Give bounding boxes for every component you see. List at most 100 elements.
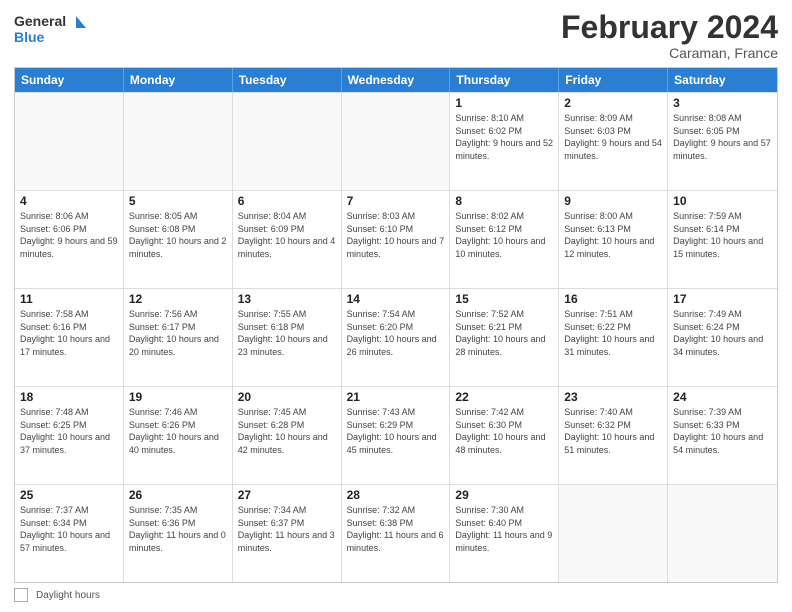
cell-day-number: 1 bbox=[455, 96, 553, 110]
cal-cell-1-3: 7 Sunrise: 8:03 AM Sunset: 6:10 PM Daylig… bbox=[342, 191, 451, 288]
cell-day-number: 4 bbox=[20, 194, 118, 208]
cell-info: Sunrise: 8:04 AM Sunset: 6:09 PM Dayligh… bbox=[238, 210, 336, 260]
cal-cell-4-5 bbox=[559, 485, 668, 582]
cell-info: Sunrise: 7:52 AM Sunset: 6:21 PM Dayligh… bbox=[455, 308, 553, 358]
cell-info: Sunrise: 8:00 AM Sunset: 6:13 PM Dayligh… bbox=[564, 210, 662, 260]
cell-info: Sunrise: 8:03 AM Sunset: 6:10 PM Dayligh… bbox=[347, 210, 445, 260]
cell-info: Sunrise: 7:35 AM Sunset: 6:36 PM Dayligh… bbox=[129, 504, 227, 554]
cal-row-0: 1 Sunrise: 8:10 AM Sunset: 6:02 PM Daylig… bbox=[15, 92, 777, 190]
cell-day-number: 15 bbox=[455, 292, 553, 306]
cal-cell-0-6: 3Sunrise: 8:08 AM Sunset: 6:05 PM Daylig… bbox=[668, 93, 777, 190]
cell-day-number: 11 bbox=[20, 292, 118, 306]
cal-cell-2-3: 14Sunrise: 7:54 AM Sunset: 6:20 PM Dayli… bbox=[342, 289, 451, 386]
cal-cell-1-5: 9 Sunrise: 8:00 AM Sunset: 6:13 PM Daylig… bbox=[559, 191, 668, 288]
cell-info: Sunrise: 7:32 AM Sunset: 6:38 PM Dayligh… bbox=[347, 504, 445, 554]
cal-cell-2-6: 17 Sunrise: 7:49 AM Sunset: 6:24 PM Dayli… bbox=[668, 289, 777, 386]
cell-day-number: 2 bbox=[564, 96, 662, 110]
logo-svg: General Blue bbox=[14, 10, 89, 50]
cell-day-number: 22 bbox=[455, 390, 553, 404]
cell-info: Sunrise: 8:09 AM Sunset: 6:03 PM Dayligh… bbox=[564, 112, 662, 162]
cell-info: Sunrise: 7:39 AM Sunset: 6:33 PM Dayligh… bbox=[673, 406, 772, 456]
cal-cell-2-4: 15 Sunrise: 7:52 AM Sunset: 6:21 PM Dayli… bbox=[450, 289, 559, 386]
header-saturday: Saturday bbox=[668, 68, 777, 92]
cal-cell-4-4: 29Sunrise: 7:30 AM Sunset: 6:40 PM Dayli… bbox=[450, 485, 559, 582]
cell-info: Sunrise: 8:05 AM Sunset: 6:08 PM Dayligh… bbox=[129, 210, 227, 260]
cell-info: Sunrise: 7:37 AM Sunset: 6:34 PM Dayligh… bbox=[20, 504, 118, 554]
cell-info: Sunrise: 7:34 AM Sunset: 6:37 PM Dayligh… bbox=[238, 504, 336, 554]
header-friday: Friday bbox=[559, 68, 668, 92]
cal-cell-3-6: 24Sunrise: 7:39 AM Sunset: 6:33 PM Dayli… bbox=[668, 387, 777, 484]
cal-cell-4-2: 27 Sunrise: 7:34 AM Sunset: 6:37 PM Dayli… bbox=[233, 485, 342, 582]
cell-day-number: 23 bbox=[564, 390, 662, 404]
logo: General Blue bbox=[14, 10, 89, 50]
cell-info: Sunrise: 7:40 AM Sunset: 6:32 PM Dayligh… bbox=[564, 406, 662, 456]
cell-day-number: 3 bbox=[673, 96, 772, 110]
cell-day-number: 7 bbox=[347, 194, 445, 208]
cell-day-number: 9 bbox=[564, 194, 662, 208]
cal-row-1: 4 Sunrise: 8:06 AM Sunset: 6:06 PM Daylig… bbox=[15, 190, 777, 288]
cell-info: Sunrise: 8:10 AM Sunset: 6:02 PM Dayligh… bbox=[455, 112, 553, 162]
daylight-box bbox=[14, 588, 28, 602]
cell-info: Sunrise: 7:56 AM Sunset: 6:17 PM Dayligh… bbox=[129, 308, 227, 358]
cal-cell-1-2: 6 Sunrise: 8:04 AM Sunset: 6:09 PM Daylig… bbox=[233, 191, 342, 288]
calendar-body: 1 Sunrise: 8:10 AM Sunset: 6:02 PM Daylig… bbox=[15, 92, 777, 582]
cal-cell-0-3 bbox=[342, 93, 451, 190]
cell-info: Sunrise: 7:51 AM Sunset: 6:22 PM Dayligh… bbox=[564, 308, 662, 358]
page: General Blue February 2024 Caraman, Fran… bbox=[0, 0, 792, 612]
cal-cell-4-3: 28 Sunrise: 7:32 AM Sunset: 6:38 PM Dayli… bbox=[342, 485, 451, 582]
cal-cell-3-3: 21Sunrise: 7:43 AM Sunset: 6:29 PM Dayli… bbox=[342, 387, 451, 484]
cell-info: Sunrise: 7:43 AM Sunset: 6:29 PM Dayligh… bbox=[347, 406, 445, 456]
cal-cell-2-1: 12 Sunrise: 7:56 AM Sunset: 6:17 PM Dayli… bbox=[124, 289, 233, 386]
svg-text:Blue: Blue bbox=[14, 29, 45, 45]
cal-cell-3-4: 22 Sunrise: 7:42 AM Sunset: 6:30 PM Dayli… bbox=[450, 387, 559, 484]
title-block: February 2024 Caraman, France bbox=[561, 10, 778, 61]
cell-day-number: 18 bbox=[20, 390, 118, 404]
cell-info: Sunrise: 7:30 AM Sunset: 6:40 PM Dayligh… bbox=[455, 504, 553, 554]
cell-day-number: 20 bbox=[238, 390, 336, 404]
svg-text:General: General bbox=[14, 13, 66, 29]
cal-cell-1-4: 8 Sunrise: 8:02 AM Sunset: 6:12 PM Daylig… bbox=[450, 191, 559, 288]
cal-cell-2-2: 13 Sunrise: 7:55 AM Sunset: 6:18 PM Dayli… bbox=[233, 289, 342, 386]
cal-cell-1-6: 10Sunrise: 7:59 AM Sunset: 6:14 PM Dayli… bbox=[668, 191, 777, 288]
cell-day-number: 16 bbox=[564, 292, 662, 306]
daylight-label: Daylight hours bbox=[36, 590, 100, 601]
cell-info: Sunrise: 7:55 AM Sunset: 6:18 PM Dayligh… bbox=[238, 308, 336, 358]
cell-day-number: 19 bbox=[129, 390, 227, 404]
cal-cell-2-5: 16 Sunrise: 7:51 AM Sunset: 6:22 PM Dayli… bbox=[559, 289, 668, 386]
cell-day-number: 27 bbox=[238, 488, 336, 502]
cell-info: Sunrise: 7:54 AM Sunset: 6:20 PM Dayligh… bbox=[347, 308, 445, 358]
cell-info: Sunrise: 7:49 AM Sunset: 6:24 PM Dayligh… bbox=[673, 308, 772, 358]
cal-cell-2-0: 11Sunrise: 7:58 AM Sunset: 6:16 PM Dayli… bbox=[15, 289, 124, 386]
cell-day-number: 28 bbox=[347, 488, 445, 502]
cal-row-2: 11Sunrise: 7:58 AM Sunset: 6:16 PM Dayli… bbox=[15, 288, 777, 386]
cell-info: Sunrise: 8:06 AM Sunset: 6:06 PM Dayligh… bbox=[20, 210, 118, 260]
cal-cell-1-1: 5 Sunrise: 8:05 AM Sunset: 6:08 PM Daylig… bbox=[124, 191, 233, 288]
cal-cell-0-0 bbox=[15, 93, 124, 190]
cal-cell-4-0: 25Sunrise: 7:37 AM Sunset: 6:34 PM Dayli… bbox=[15, 485, 124, 582]
cal-cell-0-4: 1 Sunrise: 8:10 AM Sunset: 6:02 PM Daylig… bbox=[450, 93, 559, 190]
cal-cell-3-2: 20Sunrise: 7:45 AM Sunset: 6:28 PM Dayli… bbox=[233, 387, 342, 484]
cell-day-number: 12 bbox=[129, 292, 227, 306]
header-wednesday: Wednesday bbox=[342, 68, 451, 92]
cell-day-number: 6 bbox=[238, 194, 336, 208]
cal-cell-3-5: 23 Sunrise: 7:40 AM Sunset: 6:32 PM Dayli… bbox=[559, 387, 668, 484]
cell-info: Sunrise: 8:02 AM Sunset: 6:12 PM Dayligh… bbox=[455, 210, 553, 260]
cal-cell-3-1: 19Sunrise: 7:46 AM Sunset: 6:26 PM Dayli… bbox=[124, 387, 233, 484]
cal-cell-3-0: 18 Sunrise: 7:48 AM Sunset: 6:25 PM Dayli… bbox=[15, 387, 124, 484]
cal-cell-0-2 bbox=[233, 93, 342, 190]
cell-day-number: 26 bbox=[129, 488, 227, 502]
cell-day-number: 17 bbox=[673, 292, 772, 306]
main-title: February 2024 bbox=[561, 10, 778, 45]
header: General Blue February 2024 Caraman, Fran… bbox=[14, 10, 778, 61]
cal-row-3: 18 Sunrise: 7:48 AM Sunset: 6:25 PM Dayli… bbox=[15, 386, 777, 484]
cell-day-number: 8 bbox=[455, 194, 553, 208]
cal-cell-0-1 bbox=[124, 93, 233, 190]
cal-row-4: 25Sunrise: 7:37 AM Sunset: 6:34 PM Dayli… bbox=[15, 484, 777, 582]
cal-cell-1-0: 4 Sunrise: 8:06 AM Sunset: 6:06 PM Daylig… bbox=[15, 191, 124, 288]
cell-day-number: 13 bbox=[238, 292, 336, 306]
cal-cell-4-1: 26 Sunrise: 7:35 AM Sunset: 6:36 PM Dayli… bbox=[124, 485, 233, 582]
cell-info: Sunrise: 7:48 AM Sunset: 6:25 PM Dayligh… bbox=[20, 406, 118, 456]
cell-day-number: 10 bbox=[673, 194, 772, 208]
cell-day-number: 5 bbox=[129, 194, 227, 208]
cell-info: Sunrise: 7:42 AM Sunset: 6:30 PM Dayligh… bbox=[455, 406, 553, 456]
